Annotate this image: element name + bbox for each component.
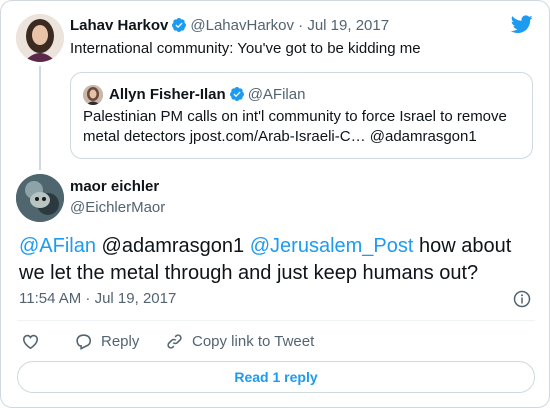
quoted-text: Palestinian PM calls on int'l community … [83,108,507,145]
reply-handle[interactable]: @EichlerMaor [70,198,165,218]
quoted-handle: @AFilan [247,86,306,103]
mention-jerusalem-post[interactable]: @Jerusalem_Post [250,235,414,257]
avatar-maor[interactable] [16,174,64,222]
twitter-bird-icon[interactable] [511,15,533,34]
reply-label: Reply [101,332,140,350]
verified-badge-icon [229,87,244,101]
divider [17,320,535,321]
heart-icon [22,334,39,349]
original-handle-date[interactable]: @LahavHarkov · Jul 19, 2017 [190,17,389,34]
reply-icon [76,333,92,350]
reply-button[interactable]: Reply [74,331,139,351]
copy-link-button[interactable]: Copy link to Tweet [165,331,314,351]
quoted-author-name: Allyn Fisher-Ilan [109,86,226,103]
reply-author-name: maor eichler [70,177,159,197]
mention-afilan[interactable]: @AFilan [19,235,96,257]
avatar-lahav[interactable] [16,14,64,62]
original-header: Lahav Harkov @LahavHarkov · Jul 19, 2017 [70,16,389,36]
verified-badge-icon [172,18,187,32]
like-button[interactable] [21,331,40,351]
read-replies-button[interactable]: Read 1 reply [17,361,535,393]
reply-text: @AFilan @adamrasgon1 @Jerusalem_Post how… [19,233,539,287]
mention-adamrasgon: @adamrasgon1 [96,235,250,257]
thread-line [39,66,41,170]
original-text: International community: You've got to b… [70,40,421,57]
reply-name-text[interactable]: maor eichler [70,178,159,195]
link-icon [167,333,182,349]
tweet-card: Lahav Harkov @LahavHarkov · Jul 19, 2017 … [0,0,550,408]
copy-link-label: Copy link to Tweet [192,332,315,350]
reply-timestamp[interactable]: 11:54 AM · Jul 19, 2017 [19,290,176,308]
quoted-header: Allyn Fisher-Ilan @AFilan [109,85,305,105]
original-author-name[interactable]: Lahav Harkov [70,17,168,34]
info-icon[interactable] [513,290,531,308]
avatar-allyn [83,85,103,105]
